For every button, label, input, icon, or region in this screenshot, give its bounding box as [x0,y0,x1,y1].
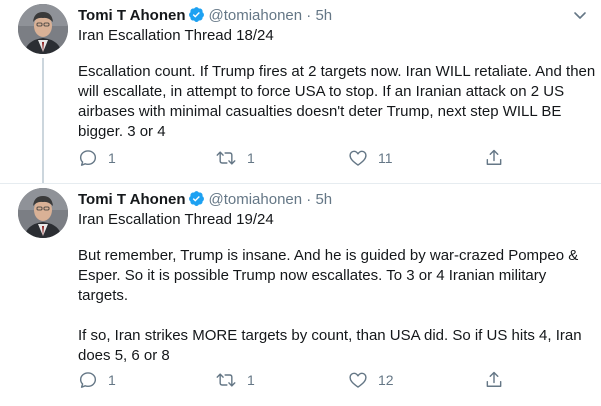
tweet-body: But remember, Trump is insane. And he is… [78,246,598,386]
like-count: 12 [378,372,394,388]
tweet-header: Tomi T Ahonen @tomiahonen · 5h [78,6,332,27]
author-name[interactable]: Tomi T Ahonen [78,7,185,24]
like-button[interactable]: 12 [348,370,394,390]
tweet-paragraph: But remember, Trump is insane. And he is… [78,247,579,304]
avatar[interactable] [18,188,68,238]
reply-icon [79,372,97,388]
reply-icon [79,150,97,166]
tweet-actions: 1 1 11 [78,148,598,168]
author-handle[interactable]: @tomiahonen [208,7,302,24]
share-button[interactable] [484,370,504,390]
author-name[interactable]: Tomi T Ahonen [78,191,185,208]
tweet-time[interactable]: 5h [315,191,332,208]
retweet-icon [216,373,236,387]
retweet-icon [216,151,236,165]
heart-icon [349,372,367,388]
retweet-count: 1 [247,372,255,388]
separator-dot: · [306,191,312,208]
chevron-down-icon[interactable] [573,8,587,26]
verified-badge-icon [188,190,205,211]
reply-button[interactable]: 1 [78,148,116,168]
like-count: 11 [378,150,393,166]
author-handle[interactable]: @tomiahonen [208,191,302,208]
reply-count: 1 [108,372,116,388]
thread-title: Iran Escallation Thread 19/24 [78,211,274,228]
tweet-time[interactable]: 5h [315,7,332,24]
tweet-body: Escallation count. If Trump fires at 2 t… [78,62,598,162]
share-icon [486,371,502,387]
tweet-header: Tomi T Ahonen @tomiahonen · 5h [78,190,332,211]
heart-icon [349,150,367,166]
thread-title: Iran Escallation Thread 18/24 [78,27,274,44]
retweet-button[interactable]: 1 [215,148,255,168]
separator-dot: · [306,7,312,24]
reply-button[interactable]: 1 [78,370,116,390]
thread-connector-line [42,58,44,184]
tweet-paragraph: If so, Iran strikes MORE targets by coun… [78,327,582,364]
like-button[interactable]: 11 [348,148,393,168]
retweet-count: 1 [247,150,255,166]
tweet-actions: 1 1 12 [78,370,598,390]
reply-count: 1 [108,150,116,166]
tweet[interactable]: Tomi T Ahonen @tomiahonen · 5h Iran Escal… [0,183,601,406]
tweet-paragraph: Escallation count. If Trump fires at 2 t… [78,63,596,140]
avatar[interactable] [18,4,68,54]
retweet-button[interactable]: 1 [215,370,255,390]
share-button[interactable] [484,148,504,168]
share-icon [486,149,502,165]
verified-badge-icon [188,6,205,27]
tweet[interactable]: Tomi T Ahonen @tomiahonen · 5h Iran Escal… [0,0,601,184]
